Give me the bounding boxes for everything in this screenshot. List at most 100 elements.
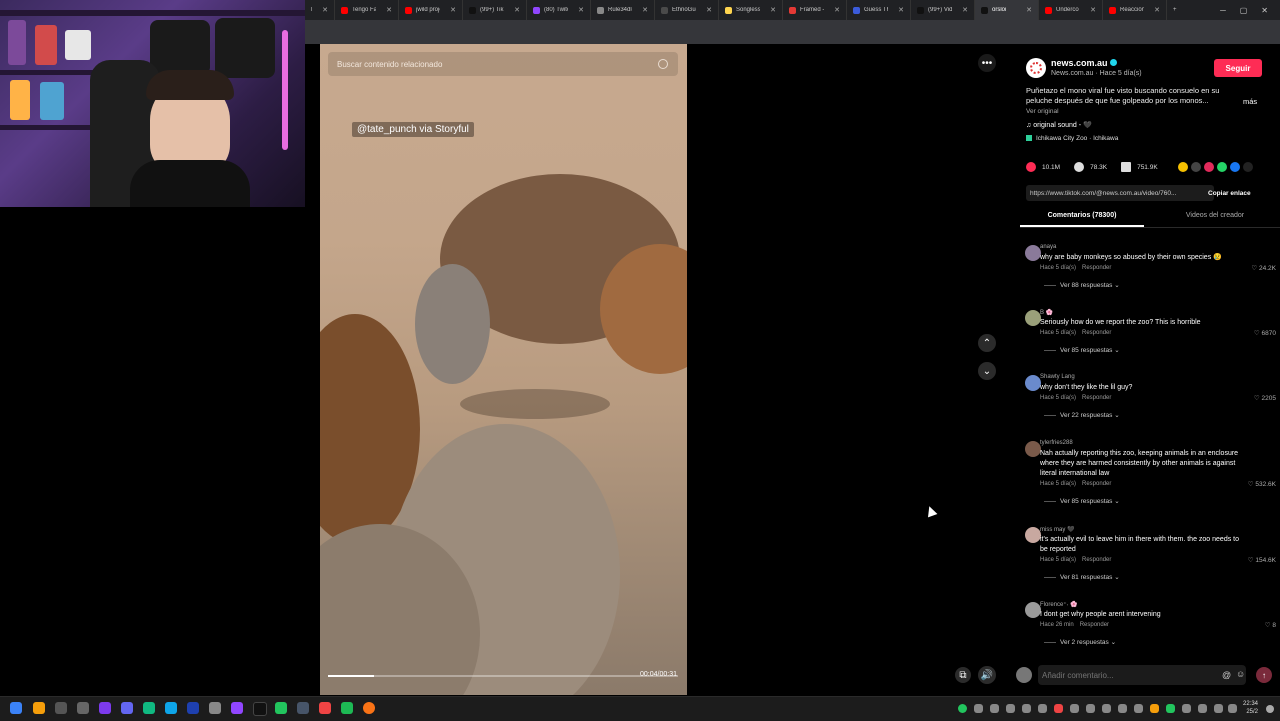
search-icon[interactable] (33, 702, 45, 714)
app-icon[interactable] (143, 702, 155, 714)
chevron-up-icon[interactable]: ⌃ (978, 334, 996, 352)
tab-creator-videos[interactable]: Videos del creador (1150, 207, 1280, 227)
reply-button[interactable]: Responder (1082, 481, 1111, 487)
browser-tab[interactable]: jwild proje ✕ (399, 0, 463, 20)
volume-tray-icon[interactable] (1228, 704, 1237, 713)
location-link[interactable]: Ichikawa City Zoo · Ichikawa (1026, 135, 1118, 142)
tab-close-icon[interactable]: ✕ (706, 6, 712, 14)
avatar[interactable] (1025, 310, 1041, 326)
send-icon[interactable] (1204, 162, 1214, 172)
new-tab-button[interactable]: + (1167, 0, 1183, 20)
view-replies-button[interactable]: Ver 85 respuestas ⌄ (1044, 346, 1120, 354)
follow-button[interactable]: Seguir (1214, 59, 1262, 77)
avatar[interactable] (1025, 441, 1041, 457)
author-name[interactable]: news.com.au (1051, 58, 1117, 68)
reply-button[interactable]: Responder (1080, 622, 1109, 628)
comment-likes[interactable]: ♡ 532.6K (1248, 480, 1276, 488)
more-link[interactable]: más (1243, 97, 1257, 106)
view-replies-button[interactable]: Ver 88 respuestas ⌄ (1044, 281, 1120, 289)
related-search-input[interactable]: Buscar contenido relacionado (328, 52, 678, 76)
whatsapp-icon[interactable] (1217, 162, 1227, 172)
browser-tab[interactable]: (99+) Vide ✕ (911, 0, 975, 20)
search-icon[interactable] (658, 59, 668, 69)
app-icon[interactable] (209, 702, 221, 714)
app-icon[interactable] (275, 702, 287, 714)
sound-link[interactable]: ♫ original sound - 🖤 (1026, 121, 1092, 129)
reply-button[interactable]: Responder (1082, 557, 1111, 563)
comment-username[interactable]: B 🌸 (1040, 309, 1053, 316)
send-button[interactable]: ↑ (1256, 667, 1272, 683)
close-icon[interactable]: ✕ (1261, 6, 1268, 15)
browser-tab[interactable]: Underco ✕ (1039, 0, 1103, 20)
tab-close-icon[interactable]: ✕ (834, 6, 840, 14)
tray-icon[interactable] (958, 704, 967, 713)
app-icon[interactable] (77, 702, 89, 714)
comment-username[interactable]: miss may 🖤 (1040, 526, 1074, 533)
tray-icon[interactable] (1166, 704, 1175, 713)
facebook-icon[interactable] (1230, 162, 1240, 172)
view-replies-button[interactable]: Ver 2 respuestas ⌄ (1044, 638, 1116, 646)
app-icon[interactable] (99, 702, 111, 714)
steam-icon[interactable] (187, 702, 199, 714)
browser-tab[interactable]: (80) Twitch ✕ (527, 0, 591, 20)
chevron-down-icon[interactable]: ⌄ (978, 362, 996, 380)
maximize-icon[interactable]: ▢ (1240, 6, 1248, 15)
tray-icon[interactable] (1182, 704, 1191, 713)
browser-tab[interactable]: Guess The ✕ (847, 0, 911, 20)
tab-close-icon[interactable]: ✕ (450, 6, 456, 14)
tray-icon[interactable] (1150, 704, 1159, 713)
tab-close-icon[interactable]: ✕ (1090, 6, 1096, 14)
browser-tab[interactable]: (99+) TikTo ✕ (463, 0, 527, 20)
browser-tab[interactable]: Reacción a ✕ (1103, 0, 1167, 20)
reply-button[interactable]: Responder (1082, 395, 1111, 401)
comment-icon[interactable] (1074, 162, 1085, 172)
comment-likes[interactable]: ♡ 8 (1265, 621, 1276, 629)
comment-input[interactable] (1038, 665, 1246, 685)
comment-username[interactable]: Shawty Lang (1040, 374, 1075, 380)
tray-icon[interactable] (990, 704, 999, 713)
tab-close-icon[interactable]: ✕ (1154, 6, 1160, 14)
tray-icon[interactable] (1198, 704, 1207, 713)
spotify-icon[interactable] (341, 702, 353, 714)
system-clock[interactable]: 22:34 25/2 (1243, 700, 1258, 716)
avatar[interactable] (1025, 602, 1041, 618)
tab-close-icon[interactable]: ✕ (386, 6, 392, 14)
share-icon[interactable] (1178, 162, 1188, 172)
app-icon[interactable] (121, 702, 133, 714)
notification-icon[interactable] (1266, 705, 1274, 713)
bookmark-icon[interactable] (1121, 162, 1132, 172)
more-options-icon[interactable]: ••• (978, 54, 996, 72)
pip-icon[interactable]: ⧉ (955, 667, 971, 683)
app-icon[interactable] (55, 702, 67, 714)
twitch-icon[interactable] (231, 702, 243, 714)
emoji-icon[interactable]: ☺ (1236, 669, 1245, 679)
start-icon[interactable] (10, 702, 22, 714)
tray-icon[interactable] (974, 704, 983, 713)
tray-icon[interactable] (1086, 704, 1095, 713)
avatar[interactable] (1025, 245, 1041, 261)
tab-close-icon[interactable]: ✕ (770, 6, 776, 14)
see-original-link[interactable]: Ver original (1026, 108, 1059, 115)
tray-icon[interactable] (1134, 704, 1143, 713)
video-player[interactable]: Buscar contenido relacionado @tate_punch… (320, 44, 687, 695)
embed-icon[interactable] (1191, 162, 1201, 172)
app-icon[interactable] (319, 702, 331, 714)
heart-icon[interactable] (1026, 162, 1036, 172)
video-link-field[interactable]: https://www.tiktok.com/@news.com.au/vide… (1026, 185, 1214, 201)
mention-icon[interactable]: @ (1222, 670, 1231, 680)
browser-tab[interactable]: Rule34dle ✕ (591, 0, 655, 20)
comment-username[interactable]: anaya (1040, 244, 1056, 250)
app-icon[interactable] (165, 702, 177, 714)
volume-icon[interactable]: 🔊 (978, 666, 996, 684)
reply-button[interactable]: Responder (1082, 265, 1111, 271)
reply-button[interactable]: Responder (1082, 330, 1111, 336)
avatar[interactable] (1025, 527, 1041, 543)
comment-username[interactable]: tylerfries288 (1040, 440, 1073, 446)
comment-likes[interactable]: ♡ 2205 (1254, 394, 1276, 402)
browser-tab[interactable]: Tengo Fan ✕ (335, 0, 399, 20)
tiktok-icon[interactable] (253, 702, 267, 716)
browser-tab[interactable]: Framed - T ✕ (783, 0, 847, 20)
tab-close-icon[interactable]: ✕ (898, 6, 904, 14)
video-progress-bar[interactable] (328, 675, 678, 677)
tab-close-icon[interactable]: ✕ (642, 6, 648, 14)
